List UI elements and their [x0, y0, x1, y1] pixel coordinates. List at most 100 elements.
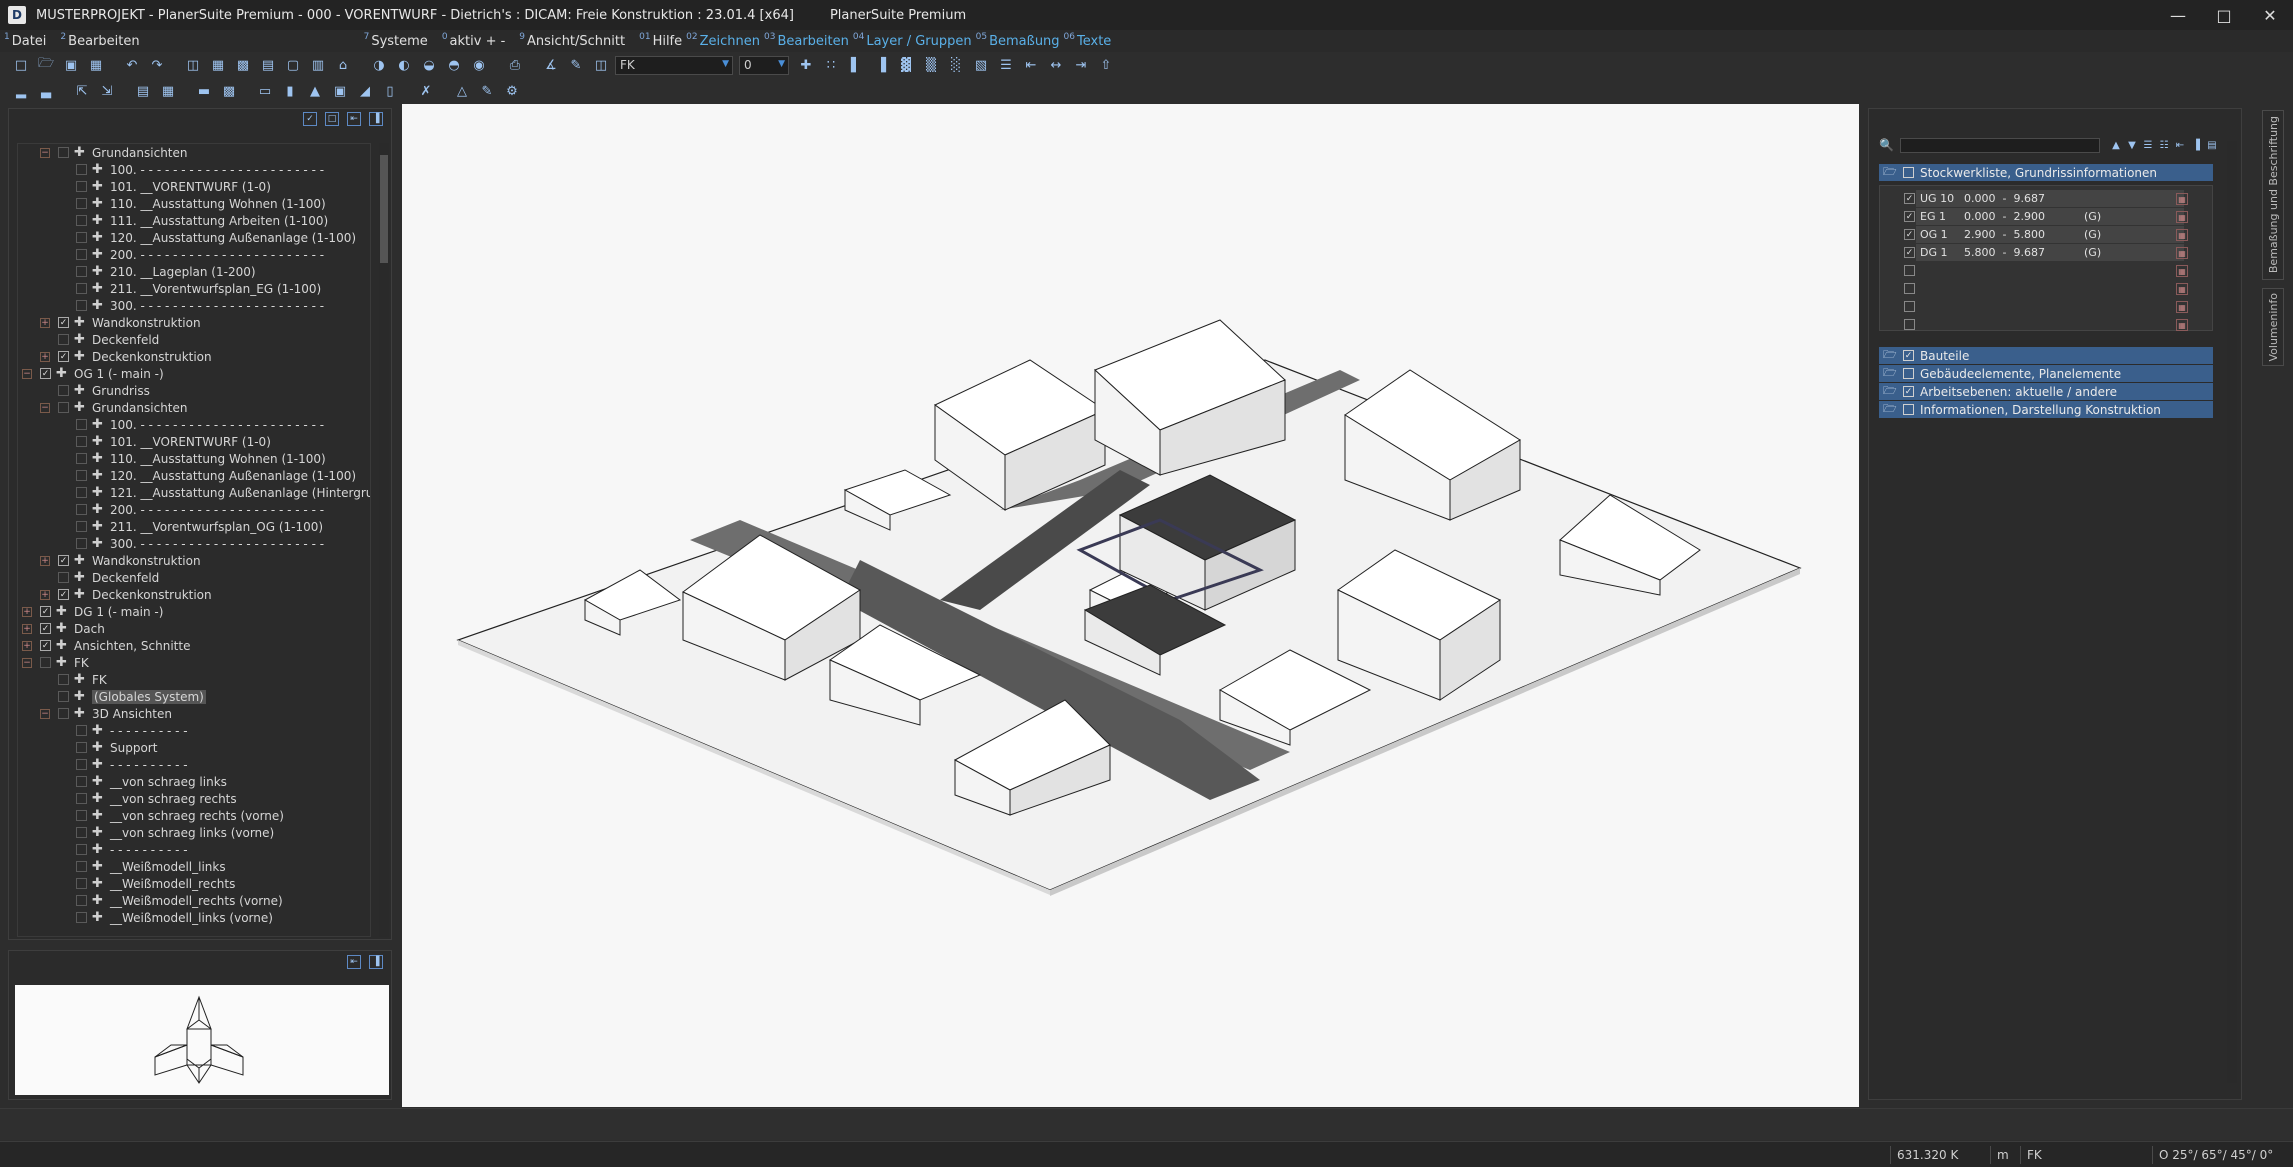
door-icon[interactable]: ▯: [379, 81, 401, 101]
plan-icon[interactable]: ▤: [257, 55, 279, 75]
print-icon[interactable]: ⎙: [504, 55, 526, 75]
tab-dimensioning[interactable]: Bemaßung und Beschriftung: [2262, 110, 2284, 280]
tree-item[interactable]: ✚ 210. __Lageplan (1-200): [18, 263, 370, 280]
model-side-icon[interactable]: ◒: [418, 55, 440, 75]
export-icon[interactable]: ▦: [85, 55, 107, 75]
terrain-icon[interactable]: △: [451, 81, 473, 101]
ruler-icon[interactable]: ▬: [193, 81, 215, 101]
story-settings-icon[interactable]: ▦: [2176, 301, 2188, 313]
save-icon[interactable]: ▣: [60, 55, 82, 75]
tree-item[interactable]: ✚ 101. __VORENTWURF (1-0): [18, 433, 370, 450]
tree-item[interactable]: ✚ __Weißmodell_rechts: [18, 875, 370, 892]
menu-item-7[interactable]: 03 Bearbeiten: [764, 32, 849, 49]
move-up-icon[interactable]: ⇱: [71, 81, 93, 101]
chart-icon[interactable]: ░: [945, 55, 967, 75]
tree-item[interactable]: ✚ 100. - - - - - - - - - - - - - - - - - …: [18, 161, 370, 178]
tree-scrollbar[interactable]: [379, 143, 389, 937]
menu-item-1[interactable]: 2 Bearbeiten: [60, 32, 139, 49]
tree-checkbox[interactable]: [76, 266, 87, 277]
tree-checkbox[interactable]: ✓: [58, 555, 69, 566]
tree-item[interactable]: + ✓ ✚ Dach: [18, 620, 370, 637]
tree-item[interactable]: + ✓ ✚ DG 1 (- main -): [18, 603, 370, 620]
distribute-icon[interactable]: ▒: [920, 55, 942, 75]
roof-icon[interactable]: ▲: [304, 81, 326, 101]
step-mid-icon[interactable]: ↔: [1045, 55, 1067, 75]
model-front-icon[interactable]: ◐: [393, 55, 415, 75]
expand-icon[interactable]: +: [22, 640, 32, 651]
tree-checkbox[interactable]: [76, 181, 87, 192]
tree-item[interactable]: ✚ 121. __Ausstattung Außenanlage (Hinterg…: [18, 484, 370, 501]
menu-item-10[interactable]: 06 Texte: [1064, 32, 1112, 49]
render-icon[interactable]: ◉: [468, 55, 490, 75]
close-button[interactable]: ✕: [2247, 0, 2293, 30]
unit-status[interactable]: m: [1990, 1146, 2016, 1164]
story-checkbox[interactable]: ✓: [1904, 229, 1915, 240]
home-icon[interactable]: ⌂: [332, 55, 354, 75]
tree-checkbox[interactable]: [76, 861, 87, 872]
tree-item[interactable]: ✚ Deckenfeld: [18, 569, 370, 586]
tree-item[interactable]: − ✓ ✚ OG 1 (- main -): [18, 365, 370, 382]
tree-checkbox[interactable]: [76, 810, 87, 821]
tree-item[interactable]: ✚ Grundriss: [18, 382, 370, 399]
properties-scrollbar[interactable]: [2227, 141, 2237, 1083]
open-folder-icon[interactable]: 🗁: [35, 55, 57, 75]
brush-icon[interactable]: ✎: [565, 55, 587, 75]
tree-checkbox[interactable]: [76, 436, 87, 447]
search-input[interactable]: [1899, 137, 2100, 153]
story-settings-icon[interactable]: ▦: [2176, 283, 2188, 295]
tree-checkbox[interactable]: [76, 878, 87, 889]
story-checkbox[interactable]: [1904, 319, 1915, 330]
story-row[interactable]: OG 1 2.900 - 5.800 (G): [1916, 226, 2184, 243]
model-3d-icon[interactable]: ◑: [368, 55, 390, 75]
tree-checkbox[interactable]: [76, 487, 87, 498]
bar-chart-2-icon[interactable]: ▃: [35, 81, 57, 101]
tree-item[interactable]: ✚ __Weißmodell_rechts (vorne): [18, 892, 370, 909]
tree-item[interactable]: ✚ - - - - - - - - - -: [18, 756, 370, 773]
menu-item-5[interactable]: 01 Hilfe: [639, 32, 682, 49]
tree-checkbox[interactable]: [76, 844, 87, 855]
tree-checkbox[interactable]: [76, 504, 87, 515]
filter-icon[interactable]: ☰: [995, 55, 1017, 75]
collapse-icon[interactable]: −: [40, 402, 50, 413]
expand-icon[interactable]: +: [22, 623, 32, 634]
system-select[interactable]: FK ▼: [615, 55, 733, 75]
story-settings-icon[interactable]: ▦: [2176, 247, 2188, 259]
tree-checkbox[interactable]: ✓: [40, 623, 51, 634]
tree-checkbox[interactable]: [76, 300, 87, 311]
tree-item[interactable]: ✚ 211. __Vorentwurfsplan_OG (1-100): [18, 518, 370, 535]
window-icon[interactable]: ▣: [329, 81, 351, 101]
tree-item[interactable]: ✚ 200. - - - - - - - - - - - - - - - - - …: [18, 501, 370, 518]
tree-checkbox[interactable]: [76, 793, 87, 804]
tree-checkbox[interactable]: [58, 674, 69, 685]
tree-checkbox[interactable]: [76, 198, 87, 209]
model-top-icon[interactable]: ◓: [443, 55, 465, 75]
tree-item[interactable]: ✚ 120. __Ausstattung Außenanlage (1-100): [18, 229, 370, 246]
align-right-icon[interactable]: ▓: [895, 55, 917, 75]
collapse-icon[interactable]: −: [40, 147, 50, 158]
section-header[interactable]: 🗁 Informationen, Darstellung Konstruktion: [1879, 401, 2213, 418]
tree-checkbox[interactable]: [58, 385, 69, 396]
expand-icon[interactable]: +: [40, 317, 50, 328]
pin-preview-icon[interactable]: ▐: [369, 955, 383, 969]
tree-checkbox[interactable]: [58, 691, 69, 702]
tree-item[interactable]: ✚ __von schraeg links (vorne): [18, 824, 370, 841]
new-file-icon[interactable]: □: [10, 55, 32, 75]
tree-checkbox[interactable]: [76, 725, 87, 736]
tree-item[interactable]: ✚ - - - - - - - - - -: [18, 722, 370, 739]
tree-item[interactable]: ✚ 110. __Ausstattung Wohnen (1-100): [18, 450, 370, 467]
tree-item[interactable]: ✚ 300. - - - - - - - - - - - - - - - - - …: [18, 535, 370, 552]
tree-item[interactable]: − ✚ FK: [18, 654, 370, 671]
story-settings-icon[interactable]: ▦: [2176, 211, 2188, 223]
menu-item-4[interactable]: 9 Ansicht/Schnitt: [519, 32, 625, 49]
tree-item[interactable]: ✚ 211. __Vorentwurfsplan_EG (1-100): [18, 280, 370, 297]
collapse-icon[interactable]: ⇤: [347, 112, 361, 126]
story-row[interactable]: UG 10 0.000 - 9.687: [1916, 190, 2184, 207]
3d-viewport[interactable]: [402, 104, 1859, 1107]
tree-item[interactable]: − ✚ Grundansichten: [18, 144, 370, 161]
maximize-panel-icon[interactable]: ▤: [2204, 138, 2220, 152]
grid-toggle-icon[interactable]: ▧: [970, 55, 992, 75]
check-all-icon[interactable]: ✓: [303, 112, 317, 126]
tree-item[interactable]: ✚ FK: [18, 671, 370, 688]
tree-checkbox[interactable]: [76, 776, 87, 787]
story-checkbox[interactable]: [1904, 301, 1915, 312]
